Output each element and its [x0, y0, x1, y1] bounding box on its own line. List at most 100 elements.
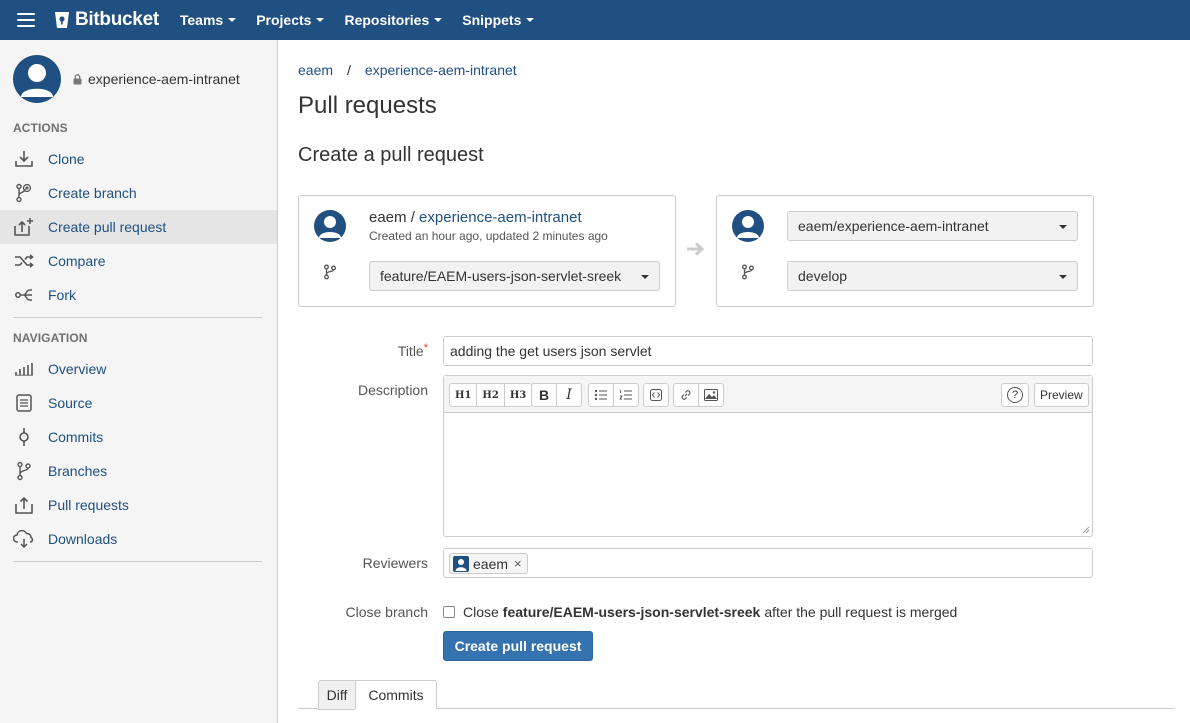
title-input[interactable] — [443, 336, 1093, 366]
sidebar-item-downloads[interactable]: Downloads — [0, 522, 277, 556]
code-button[interactable] — [643, 383, 669, 407]
sidebar-item-fork[interactable]: Fork — [0, 278, 277, 312]
sidebar-item-source[interactable]: Source — [0, 386, 277, 420]
sidebar-item-create-branch[interactable]: Create branch — [0, 176, 277, 210]
description-textarea[interactable] — [444, 413, 1092, 536]
sidebar-item-branches[interactable]: Branches — [0, 454, 277, 488]
nav-snippets-label: Snippets — [462, 12, 522, 28]
h1-button[interactable]: H1 — [449, 383, 478, 407]
nav-snippets[interactable]: Snippets — [462, 12, 535, 28]
sidebar-item-label: Source — [48, 395, 93, 411]
source-branch-select[interactable]: feature/EAEM-users-json-servlet-sreek — [369, 261, 660, 291]
sidebar-item-label: Compare — [48, 253, 106, 269]
sidebar-item-compare[interactable]: Compare — [0, 244, 277, 278]
preview-button-group: Preview — [1034, 383, 1089, 407]
italic-button[interactable]: I — [556, 383, 582, 407]
cloud-icon — [13, 528, 35, 550]
branch-icon — [741, 264, 755, 283]
source-repo-link[interactable]: experience-aem-intranet — [419, 209, 582, 226]
link-icon — [681, 390, 691, 400]
nav-teams-label: Teams — [179, 12, 224, 28]
nav-teams[interactable]: Teams — [179, 12, 237, 28]
h3-button[interactable]: H3 — [503, 383, 533, 407]
sidebar-item-create-pull-request[interactable]: Create pull request — [0, 210, 277, 244]
reviewer-chip: eaem × — [449, 553, 528, 574]
branch-icon — [323, 264, 337, 283]
top-nav: Teams Projects Repositories Snippets — [180, 12, 555, 28]
h2-button[interactable]: H2 — [476, 383, 505, 407]
sidebar-divider — [13, 317, 262, 318]
destination-repo-value: eaem/experience-aem-intranet — [798, 218, 989, 234]
bitbucket-bucket-icon — [55, 12, 69, 28]
menu-icon[interactable] — [17, 13, 35, 27]
actions-heading: ACTIONS — [13, 121, 68, 135]
sidebar-item-label: Downloads — [48, 531, 118, 547]
close-branch-label: Close branch — [345, 604, 429, 620]
breadcrumb-owner-link[interactable]: eaem — [298, 62, 333, 78]
top-navigation-bar: Bitbucket Teams Projects Repositories Sn… — [0, 0, 1190, 40]
logo-text: Bitbucket — [75, 9, 159, 30]
image-button[interactable] — [698, 383, 724, 407]
image-icon — [704, 389, 718, 401]
source-meta: Created an hour ago, updated 2 minutes a… — [369, 229, 608, 243]
tabs: Diff Commits — [298, 680, 1175, 723]
link-button[interactable] — [673, 383, 699, 407]
close-branch-checkbox[interactable] — [443, 606, 455, 618]
destination-branch-select[interactable]: develop — [787, 261, 1078, 291]
bar-chart-icon — [13, 358, 35, 380]
destination-panel: eaem/experience-aem-intranet develop — [716, 195, 1094, 307]
insert-buttons — [673, 383, 724, 407]
repo-avatar[interactable] — [13, 55, 61, 103]
close-branch-name: feature/EAEM-users-json-servlet-sreek — [502, 604, 761, 620]
title-label: Title* — [298, 342, 428, 359]
create-branch-icon — [13, 182, 35, 204]
help-button-group: ? — [1001, 383, 1029, 407]
remove-reviewer-icon[interactable]: × — [514, 556, 522, 571]
branch-icon — [13, 460, 35, 482]
user-icon — [319, 216, 341, 238]
bitbucket-logo[interactable]: Bitbucket — [54, 9, 159, 31]
sidebar-item-label: Clone — [48, 151, 85, 167]
breadcrumb: eaem / experience-aem-intranet — [298, 62, 517, 78]
help-button[interactable]: ? — [1001, 383, 1029, 407]
destination-repo-select[interactable]: eaem/experience-aem-intranet — [787, 211, 1078, 241]
bold-button[interactable]: B — [531, 383, 557, 407]
sidebar-item-overview[interactable]: Overview — [0, 352, 277, 386]
sidebar-item-clone[interactable]: Clone — [0, 142, 277, 176]
preview-button[interactable]: Preview — [1034, 383, 1089, 407]
repo-name-label: experience-aem-intranet — [88, 71, 240, 87]
shuffle-icon — [13, 250, 35, 272]
nav-repositories[interactable]: Repositories — [344, 12, 443, 28]
chevron-down-icon — [641, 275, 649, 279]
code-icon — [650, 389, 662, 401]
create-pull-request-button[interactable]: Create pull request — [443, 631, 593, 661]
create-pull-request-icon — [13, 216, 35, 238]
nav-repositories-label: Repositories — [344, 12, 430, 28]
sidebar-divider — [13, 561, 262, 562]
tab-diff[interactable]: Diff — [318, 680, 356, 710]
source-branch-value: feature/EAEM-users-json-servlet-sreek — [380, 268, 622, 284]
title-label-text: Title — [397, 343, 424, 359]
code-button-group — [643, 383, 669, 407]
editor-toolbar: H1 H2 H3 B I ? Preview — [444, 376, 1092, 413]
chevron-down-icon — [1059, 225, 1067, 229]
sidebar-item-label: Pull requests — [48, 497, 129, 513]
sidebar-item-pull-requests[interactable]: Pull requests — [0, 488, 277, 522]
numbered-list-button[interactable] — [613, 383, 639, 407]
bulleted-list-button[interactable] — [588, 383, 614, 407]
description-label: Description — [357, 382, 428, 398]
breadcrumb-repo-link[interactable]: experience-aem-intranet — [365, 62, 517, 78]
resize-handle-icon[interactable] — [1082, 526, 1090, 534]
source-avatar — [314, 210, 346, 242]
repo-name[interactable]: experience-aem-intranet — [73, 71, 240, 87]
arrow-right-icon — [687, 242, 705, 256]
sidebar-item-label: Create branch — [48, 185, 137, 201]
fork-icon — [13, 284, 35, 306]
tab-commits[interactable]: Commits — [355, 680, 437, 710]
reviewers-input[interactable]: eaem × — [443, 548, 1093, 578]
nav-projects[interactable]: Projects — [256, 12, 325, 28]
help-icon: ? — [1007, 387, 1023, 403]
sidebar-item-commits[interactable]: Commits — [0, 420, 277, 454]
sidebar-item-label: Branches — [48, 463, 108, 479]
chevron-down-icon — [434, 18, 443, 22]
